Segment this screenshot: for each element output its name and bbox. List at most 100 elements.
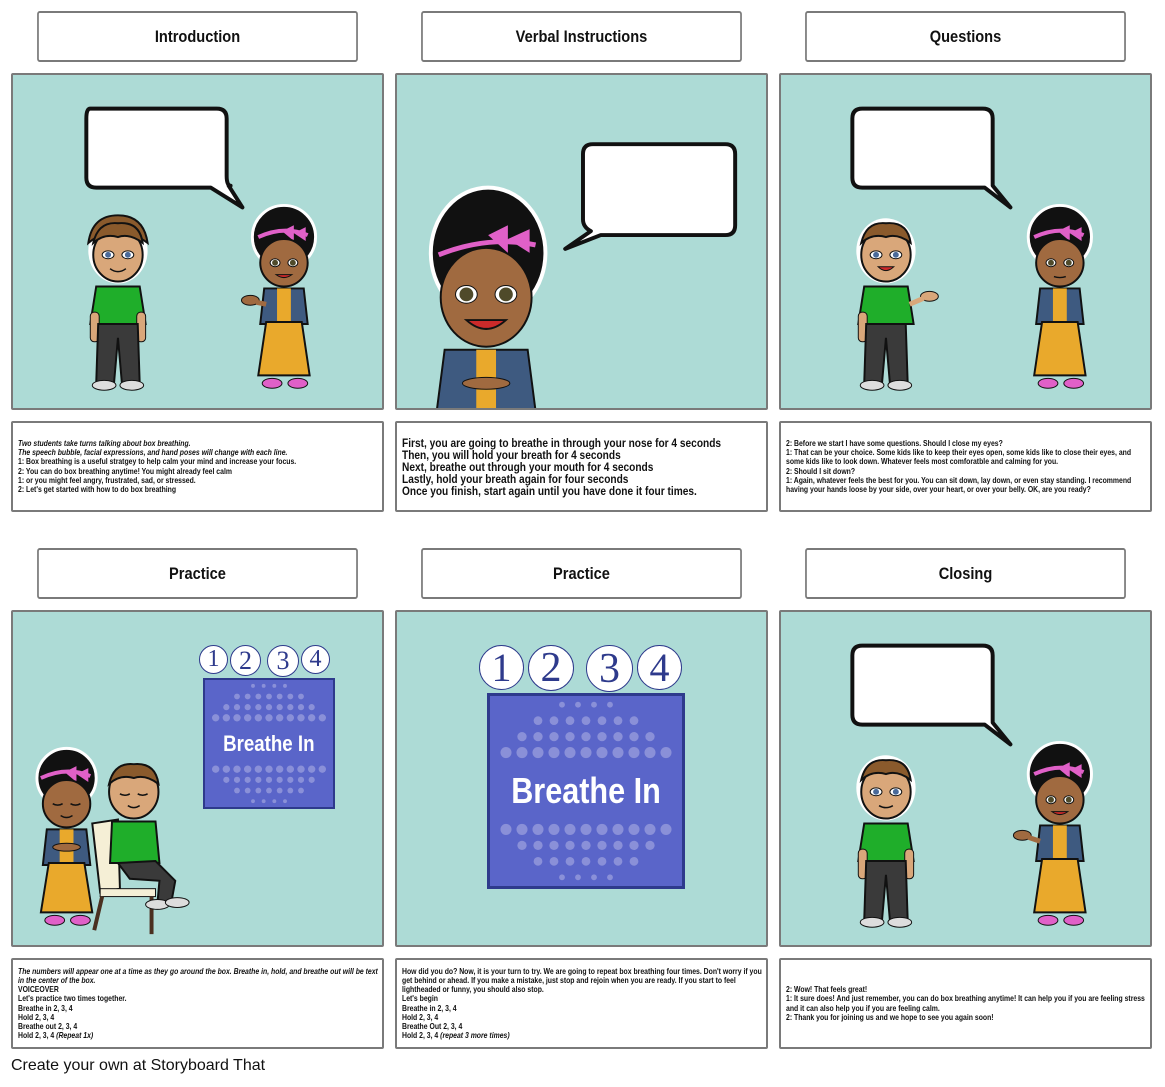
- speech-bubble: [84, 106, 245, 210]
- pattern-dot: [318, 714, 327, 722]
- pattern-dot: [307, 714, 316, 722]
- panel-text-line: 1: Again, whatever feels the best for yo…: [786, 474, 1132, 494]
- pattern-dot: [533, 856, 543, 866]
- count-number-4: 4: [301, 645, 330, 674]
- pattern-dot: [265, 776, 273, 783]
- count-number-2: 2: [230, 645, 261, 676]
- panel-title-text: Verbal Instructions: [515, 26, 648, 46]
- pattern-dot: [275, 714, 284, 722]
- pattern-dot: [243, 714, 252, 722]
- boy-character-sitting: [107, 763, 190, 910]
- pattern-dot: [283, 683, 287, 688]
- boy-character: [856, 218, 939, 391]
- pattern-dot: [222, 714, 231, 722]
- pattern-dot: [287, 776, 294, 783]
- pattern-dot: [255, 787, 262, 794]
- pattern-dot: [533, 716, 543, 726]
- girl-character-eyes-closed: [35, 746, 98, 926]
- girl-character: [1012, 740, 1093, 926]
- pattern-dot: [500, 823, 512, 835]
- panel-text-line: Hold 2, 3, 4 (repeat 3 more times): [402, 1030, 510, 1041]
- panel-title-text: Practice: [169, 563, 226, 583]
- pattern-dot: [243, 765, 252, 773]
- pattern-dot: [549, 840, 559, 851]
- panel-text-line: 2: Thank you for joining us and we hope …: [786, 1011, 994, 1022]
- count-numbers: 1 2 3 4: [479, 645, 682, 692]
- pattern-dot: [255, 704, 262, 711]
- scene-closing: [779, 610, 1152, 947]
- panel-text-line: 2: Let's get started with how to do box …: [18, 483, 177, 494]
- panel-text-introduction: Two students take turns talking about bo…: [11, 421, 384, 512]
- count-number-1: 1: [199, 645, 228, 674]
- pattern-dot: [254, 714, 263, 722]
- pattern-dot: [276, 787, 283, 794]
- pattern-dot: [266, 693, 272, 700]
- panel-title-introduction: Introduction: [37, 11, 358, 62]
- pattern-dot: [644, 747, 656, 759]
- pattern-dot: [276, 704, 283, 711]
- scene-illustration: [84, 106, 318, 391]
- speech-bubble: [850, 643, 1013, 747]
- pattern-dot: [597, 840, 607, 851]
- pattern-dot: [612, 823, 624, 835]
- breathe-box: Breathe In: [487, 693, 685, 889]
- pattern-dot: [629, 716, 639, 726]
- pattern-dot: [575, 874, 581, 881]
- boy-character: [86, 214, 149, 391]
- pattern-dot: [548, 747, 560, 759]
- scene-illustration: [850, 106, 1093, 391]
- pattern-dot: [580, 747, 592, 759]
- panel-title-text: Questions: [929, 26, 1002, 46]
- boy-character: [856, 755, 916, 928]
- pattern-dot: [516, 823, 528, 835]
- pattern-dot: [276, 693, 283, 700]
- pattern-dot: [629, 840, 639, 851]
- pattern-dot: [261, 799, 266, 804]
- pattern-dot: [532, 823, 544, 835]
- pattern-dot: [251, 799, 255, 804]
- pattern-dot: [613, 856, 623, 866]
- pattern-dot: [244, 693, 251, 700]
- pattern-dot: [298, 693, 304, 700]
- pattern-dot: [581, 840, 591, 851]
- scene-practice-1: 1 2 3 4 Breathe In: [11, 610, 384, 947]
- pattern-dot: [266, 787, 272, 794]
- scene-illustration: [428, 142, 738, 408]
- panel-text-note: (Repeat 1x): [56, 1030, 94, 1041]
- pattern-dot: [597, 716, 607, 726]
- pattern-dot: [629, 731, 639, 742]
- pattern-dot: [549, 731, 559, 742]
- pattern-dot: [596, 747, 608, 759]
- panel-title-practice-2: Practice: [421, 548, 742, 599]
- pattern-dot: [565, 731, 575, 742]
- panel-title-text: Introduction: [154, 26, 241, 46]
- scene-questions: [779, 73, 1152, 410]
- pattern-dot: [297, 714, 305, 722]
- count-numbers: 1 2 3 4: [199, 645, 330, 677]
- pattern-dot: [233, 704, 241, 711]
- panel-title-text: Practice: [553, 563, 610, 583]
- panel-text-line: Breathe in 2, 3, 4: [402, 1002, 457, 1013]
- pattern-dot: [516, 747, 528, 759]
- pattern-dot: [613, 731, 623, 742]
- pattern-dot: [591, 874, 597, 881]
- pattern-dot: [549, 856, 559, 866]
- pattern-dot: [222, 765, 231, 773]
- pattern-dot: [580, 823, 592, 835]
- pattern-dot: [234, 693, 240, 700]
- pattern-dot: [596, 823, 608, 835]
- pattern-dot: [500, 747, 512, 759]
- storyboard-that-link[interactable]: Create your own at Storyboard That: [11, 1057, 265, 1075]
- count-number-1: 1: [479, 645, 524, 690]
- breathe-box: Breathe In: [203, 678, 335, 809]
- panel-title-practice-1: Practice: [37, 548, 358, 599]
- panel-title-questions: Questions: [805, 11, 1126, 62]
- pattern-dot: [308, 776, 315, 783]
- panel-text-note: (repeat 3 more times): [440, 1030, 510, 1041]
- panel-text-line: The numbers will appear one at a time as…: [18, 965, 378, 985]
- pattern-dot: [255, 693, 262, 700]
- pattern-dot: [275, 765, 284, 773]
- breathe-label: Breathe In: [223, 730, 315, 756]
- pattern-dot: [581, 731, 591, 742]
- pattern-dot: [591, 701, 597, 708]
